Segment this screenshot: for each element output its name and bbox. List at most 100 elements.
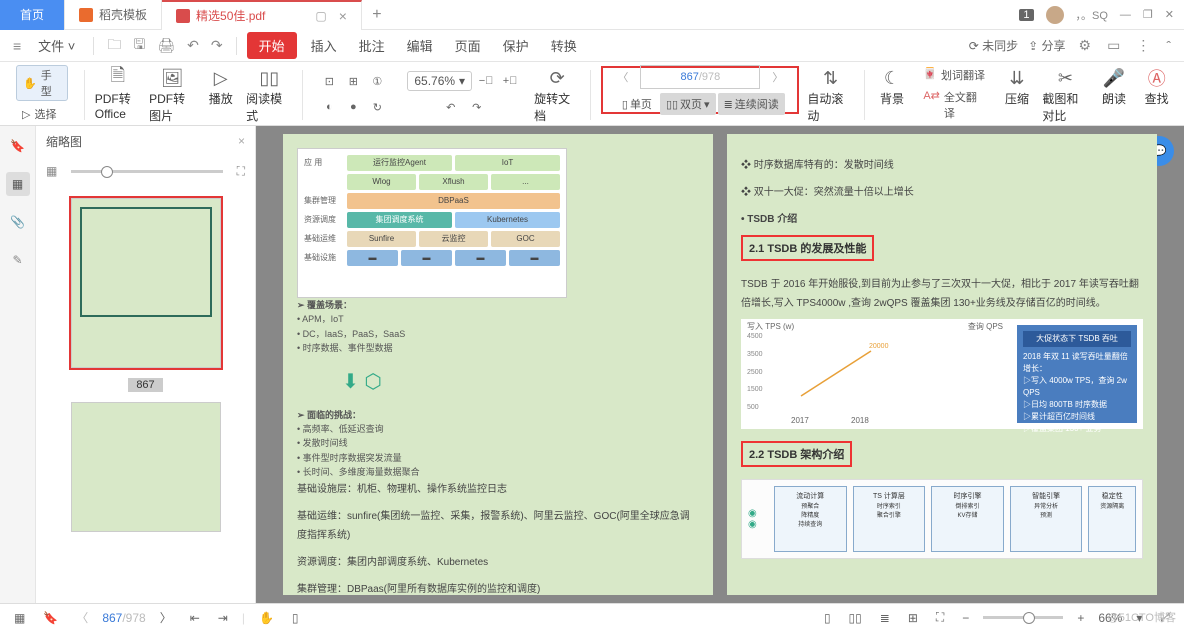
menu-edit[interactable]: 编辑 [399,32,441,59]
close-panel-icon[interactable]: × [238,134,245,148]
read-mode-button[interactable]: ▯▯阅读模式 [246,66,292,124]
hand-tool[interactable]: ✋ 手型 [16,65,68,101]
status-bookmark-icon[interactable]: 🔖 [39,611,62,625]
word-translate-button[interactable]: 🀄划词翻译 [923,67,985,83]
read-aloud-button[interactable]: 🎤朗读 [1097,66,1132,107]
compress-button[interactable]: ⇊压缩 [1000,66,1035,107]
status-page-info[interactable]: 867/978 [102,611,145,625]
tab-home[interactable]: 首页 [0,0,65,30]
rotate-left-icon[interactable]: ↶ [441,97,461,117]
zoom-in-icon[interactable]: +⃝ [500,71,520,91]
next-page-icon[interactable]: 〉 [766,69,789,85]
zoom-out-icon[interactable]: − [958,611,973,625]
page-input[interactable]: 867/978 [640,65,760,89]
zoom-out-icon[interactable]: −⃝ [476,71,496,91]
status-select-icon[interactable]: ▯ [288,611,303,625]
undo-icon[interactable]: ↶ [184,37,202,54]
thumbnail-page[interactable] [71,198,221,368]
single-page-button[interactable]: ▯ 单页 [616,93,658,115]
menu-start[interactable]: 开始 [247,32,297,59]
document-viewport[interactable]: 💬 应 用运行监控AgentIoT WlogXflush... 集群管理DBPa… [256,126,1184,603]
sidebar-bookmark-icon[interactable]: 🔖 [6,134,30,158]
notification-badge[interactable]: 1 [1019,9,1033,21]
sidebar-attachment-icon[interactable]: 📎 [6,210,30,234]
thumbnail-page[interactable] [71,402,221,532]
zoom-slider[interactable] [983,616,1063,619]
app-menu-icon[interactable]: ≡ [10,38,24,54]
tab-close-icon[interactable]: × [339,8,347,24]
window-close-icon[interactable]: ✕ [1165,8,1174,21]
status-first-icon[interactable]: ⇤ [186,611,204,625]
continuous-button[interactable]: ≣ 连续阅读 [718,93,785,115]
settings-icon[interactable]: ⚙ [1076,37,1095,54]
window-minimize-icon[interactable]: — [1120,9,1131,21]
autoscroll-button[interactable]: ⇅自动滚动 [807,66,853,124]
thumbnail-number: 867 [128,378,162,392]
rotate-right-icon[interactable]: ↷ [467,97,487,117]
tsdb-chart: 写入 TPS (w) 查询 QPS 5001500250035004500 20… [741,319,1143,429]
thumb-grid-icon[interactable]: ▦ [46,164,57,178]
select-tool[interactable]: ▷ 选择 [16,105,62,123]
status-prev-icon[interactable]: 〈 [72,609,92,626]
sidebar-thumbnails-icon[interactable]: ▦ [6,172,30,196]
redo-icon[interactable]: ↷ [208,37,226,54]
open-icon[interactable]: 🗀 [104,34,124,58]
status-last-icon[interactable]: ⇥ [214,611,232,625]
zoom-in-icon[interactable]: + [1073,611,1088,625]
print-icon[interactable]: 🖨 [154,37,178,54]
menu-annotate[interactable]: 批注 [351,32,393,59]
mic-icon: 🎤 [1102,66,1126,90]
save-icon[interactable]: 🖫 [130,34,148,58]
zoom-combo[interactable]: 65.76% ▾ [407,71,472,91]
moon-icon: ☾ [880,66,904,90]
file-menu[interactable]: 文件 ˅ [30,32,83,59]
user-name: ，。SQ [1076,7,1108,23]
fit-width-icon[interactable]: ⊡ [319,71,339,91]
avatar[interactable] [1046,6,1064,24]
menu-convert[interactable]: 转换 [543,32,585,59]
fit-page-icon[interactable]: ⊞ [343,71,363,91]
status-view4-icon[interactable]: ⊞ [904,611,922,625]
double-page-button[interactable]: ▯▯ 双页 ▾ [660,93,716,115]
actual-size-icon[interactable]: ① [367,71,387,91]
highlighted-controls: 〈 867/978 〉 ▯ 单页 ▯▯ 双页 ▾ ≣ 连续阅读 [601,66,799,114]
reflow-icon[interactable]: ◐ [319,97,339,117]
sidebar-signature-icon[interactable]: ✎ [6,248,30,272]
share-button[interactable]: ⇪ 分享 [1028,37,1065,54]
sync-status[interactable]: ⟳ 未同步 [969,37,1018,54]
rotate-doc-button[interactable]: ⟳旋转文档 [534,66,580,124]
prev-page-icon[interactable]: 〈 [611,69,634,85]
full-translate-button[interactable]: A⇄全文翻译 [923,89,985,121]
night-icon[interactable]: ● [343,97,363,117]
status-view3-icon[interactable]: ≣ [876,611,894,625]
menu-protect[interactable]: 保护 [495,32,537,59]
skin-icon[interactable]: ▭ [1104,37,1123,54]
more-icon[interactable]: ⋮ [1133,37,1153,54]
background-button[interactable]: ☾背景 [875,66,910,107]
diagram: 应 用运行监控AgentIoT WlogXflush... 集群管理DBPaaS… [297,148,567,298]
tab-popup-icon[interactable]: ▢ [315,9,326,23]
thumb-expand-icon[interactable]: ⛶ [237,164,245,179]
status-hand-icon[interactable]: ✋ [255,611,278,625]
tab-docer-template[interactable]: 稻壳模板 [65,0,162,30]
tab-current-doc[interactable]: 精选50佳.pdf ▢ × [162,0,362,30]
status-view1-icon[interactable]: ▯ [820,611,835,625]
status-thumbnails-icon[interactable]: ▦ [10,611,29,625]
thumb-size-slider[interactable] [71,170,222,173]
menu-page[interactable]: 页面 [447,32,489,59]
autoscroll-icon: ⇅ [818,66,842,90]
pdf-to-office-button[interactable]: 🗎PDF转Office [95,66,141,121]
find-icon: Ⓐ [1145,66,1169,90]
new-tab-button[interactable]: + [362,6,392,24]
find-button[interactable]: Ⓐ查找 [1139,66,1174,107]
compare-button[interactable]: ✂截图和对比 [1042,66,1088,124]
status-view2-icon[interactable]: ▯▯ [845,611,866,625]
status-next-icon[interactable]: 〉 [156,609,176,626]
window-restore-icon[interactable]: ❐ [1143,8,1153,21]
refresh-icon[interactable]: ↻ [367,97,387,117]
pdf-to-image-button[interactable]: 🖼PDF转图片 [149,66,195,124]
status-fit-icon[interactable]: ⛶ [932,610,948,625]
menu-insert[interactable]: 插入 [303,32,345,59]
play-button[interactable]: ▷播放 [203,66,238,107]
collapse-ribbon-icon[interactable]: ˆ [1163,38,1174,54]
